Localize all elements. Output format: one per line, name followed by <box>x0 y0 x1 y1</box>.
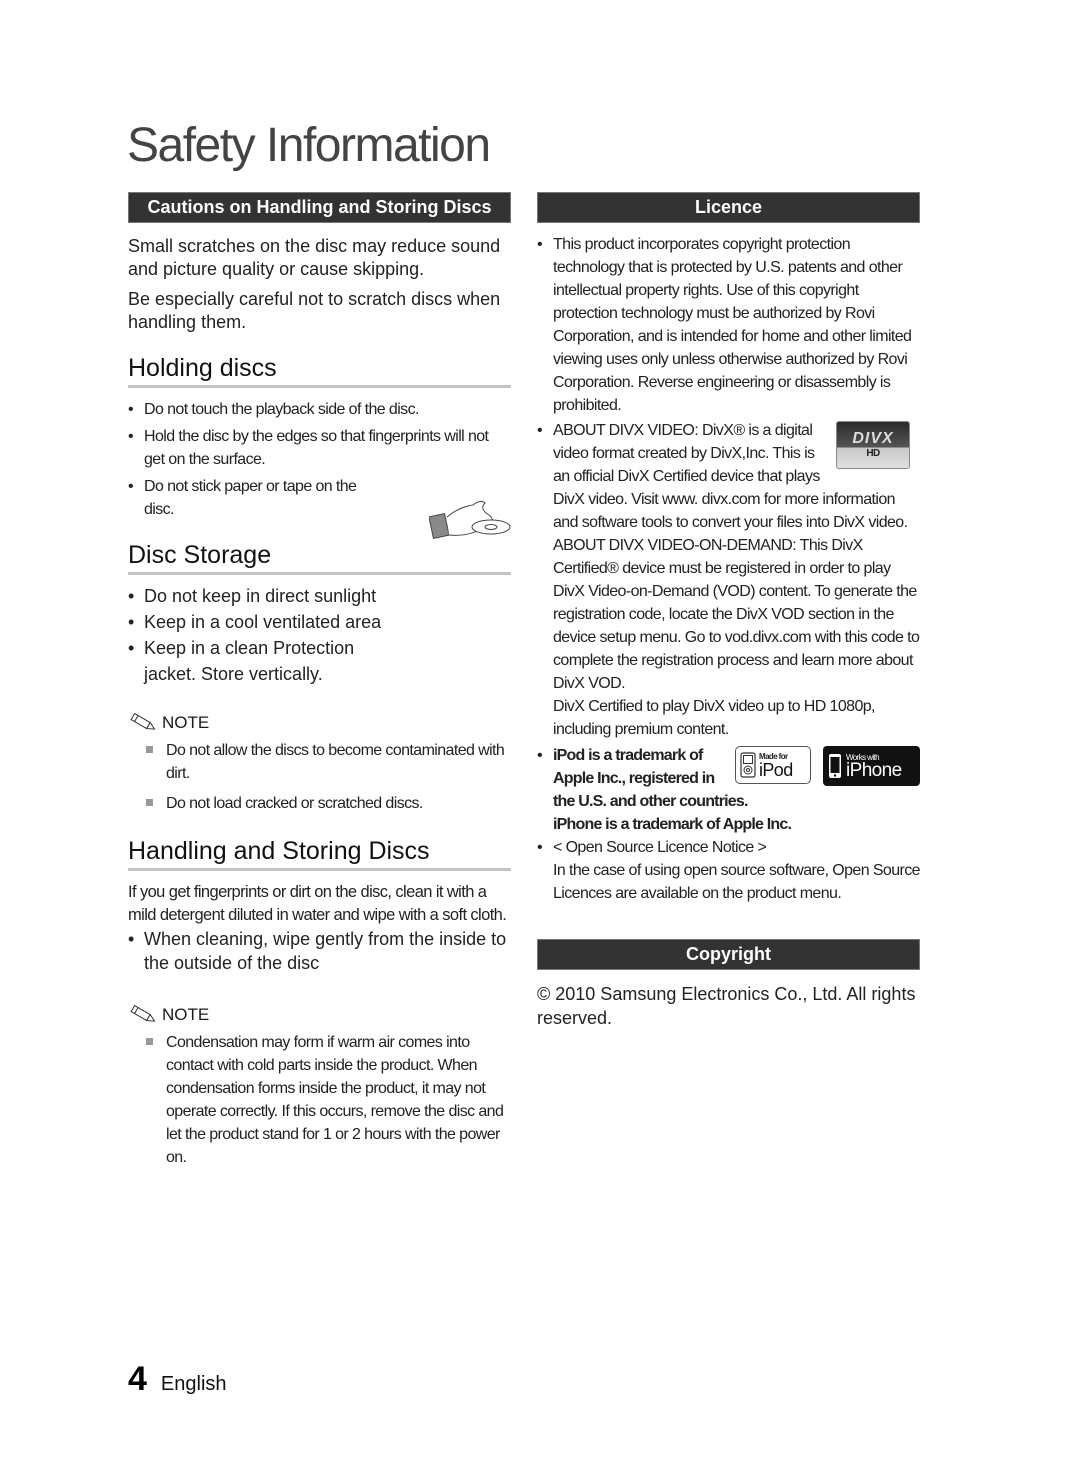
disc-storage-heading: Disc Storage <box>128 541 511 575</box>
apple-item: Made for iPod Works with iPhone <box>537 744 920 836</box>
list-item: Keep in a cool ventilated area <box>128 609 408 635</box>
copyright-text: © 2010 Samsung Electronics Co., Ltd. All… <box>537 984 916 1028</box>
note-label: NOTE <box>162 713 210 732</box>
page-title: Safety Information <box>127 119 491 172</box>
list-item: Hold the disc by the edges so that finge… <box>128 425 511 471</box>
disc-storage-notes: Do not allow the discs to become contami… <box>128 739 511 815</box>
list-item: Keep in a clean Protection jacket. Store… <box>128 635 408 687</box>
open-source-title: < Open Source Licence Notice > <box>553 839 767 856</box>
note-item: Do not allow the discs to become contami… <box>144 739 511 785</box>
licence-header-bar: Licence <box>537 192 920 223</box>
list-item: Do not keep in direct sunlight <box>128 583 408 609</box>
apple-badges: Made for iPod Works with iPhone <box>735 746 920 786</box>
note-item: Condensation may form if warm air comes … <box>144 1031 511 1169</box>
list-item: Do not stick paper or tape on the disc. <box>128 475 364 521</box>
badge-big-text: iPhone <box>846 759 902 781</box>
divx-logo-hd: HD <box>866 448 880 459</box>
handling-list: When cleaning, wipe gently from the insi… <box>128 927 511 975</box>
left-column: Cautions on Handling and Storing Discs S… <box>128 192 511 1176</box>
cautions-header-bar: Cautions on Handling and Storing Discs <box>128 192 511 223</box>
cautions-paragraph: Small scratches on the disc may reduce s… <box>128 236 501 279</box>
ipod-device-icon <box>740 752 756 778</box>
disc-storage-list: Do not keep in direct sunlight Keep in a… <box>128 583 408 687</box>
handling-storing-heading: Handling and Storing Discs <box>128 837 511 871</box>
language-label: English <box>160 1373 227 1395</box>
cautions-intro: Small scratches on the disc may reduce s… <box>128 235 511 334</box>
divx-certified-paragraph: DivX Certified to play DivX video up to … <box>553 698 875 738</box>
right-column: Licence This product incorporates copyri… <box>537 192 921 1030</box>
open-source-item: < Open Source Licence Notice > In the ca… <box>537 836 921 905</box>
note-heading: NOTE <box>128 713 511 733</box>
page-footer: 4 English <box>128 1360 227 1399</box>
rovi-item: This product incorporates copyright prot… <box>537 233 920 417</box>
copyright-header-bar: Copyright <box>537 939 920 970</box>
page-number: 4 <box>128 1360 147 1398</box>
list-item: When cleaning, wipe gently from the insi… <box>128 927 511 975</box>
licence-list: This product incorporates copyright prot… <box>537 233 921 905</box>
note-item: Do not load cracked or scratched discs. <box>144 792 511 815</box>
note-heading: NOTE <box>128 1005 511 1025</box>
badge-big-text: iPod <box>759 759 793 780</box>
iphone-device-icon <box>829 754 841 778</box>
list-item: Do not touch the playback side of the di… <box>128 398 511 421</box>
works-with-iphone-badge: Works with iPhone <box>823 746 920 786</box>
handling-paragraph: If you get fingerprints or dirt on the d… <box>128 883 507 924</box>
hand-holding-disc-icon <box>429 500 511 540</box>
pencil-note-icon <box>130 713 156 730</box>
divx-item: DIVX HD ABOUT DIVX VIDEO: DivX® is a dig… <box>537 419 920 741</box>
note-label: NOTE <box>162 1005 210 1024</box>
made-for-ipod-badge: Made for iPod <box>735 746 811 784</box>
cautions-paragraph: Be especially careful not to scratch dis… <box>128 289 501 332</box>
open-source-text: In the case of using open source softwar… <box>553 862 921 902</box>
holding-discs-heading: Holding discs <box>128 354 511 388</box>
iphone-trademark-text: iPhone is a trademark of Apple Inc. <box>553 816 792 833</box>
handling-notes: Condensation may form if warm air comes … <box>128 1031 511 1169</box>
pencil-note-icon <box>130 1005 156 1022</box>
ipod-trademark-text: iPod is a trademark of Apple Inc., regis… <box>553 747 748 810</box>
divx-hd-logo: DIVX HD <box>836 421 910 469</box>
